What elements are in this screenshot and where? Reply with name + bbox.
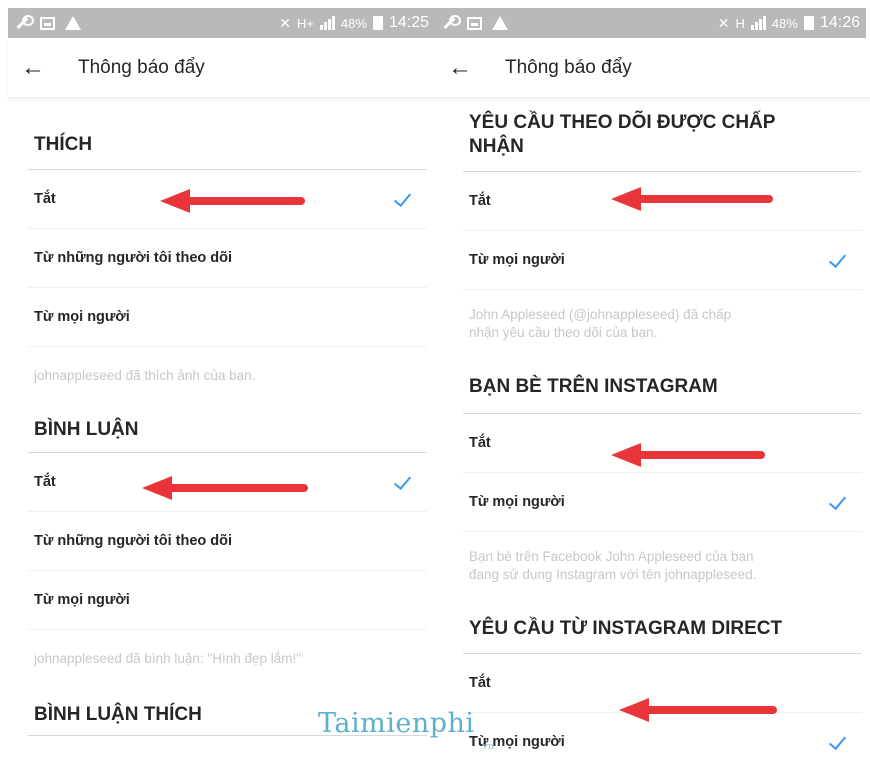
clock: 14:25 [388,14,429,31]
battery-percent: 48% [771,15,798,31]
battery-icon [372,16,383,30]
option-label: Tắt [34,191,56,207]
option-comments-everyone[interactable]: Từ mọi người [28,571,427,630]
option-label: Từ những người tôi theo dõi [34,250,233,266]
right-screen: ✕ H 48% 14:26 ← Thông báo đẩy YÊU CẦU TH… [435,0,870,770]
option-friends-everyone[interactable]: Từ mọi người [463,473,862,532]
image-icon [467,16,482,30]
watermark-logo: Taimienphi [318,708,475,739]
option-comments-following[interactable]: Từ những người tôi theo dõi [28,512,427,571]
section-header-line: NHẬN [469,135,524,157]
watermark-suffix: .vn [480,742,494,752]
clock: 14:26 [819,14,860,31]
network-type: H [735,15,745,31]
back-arrow-icon[interactable]: ← [8,38,58,98]
mute-icon: ✕ [717,14,730,31]
checkmark-icon [826,491,848,513]
option-label: Tắt [469,435,491,451]
option-label: Từ những người tôi theo dõi [34,533,233,549]
left-screen: ✕ H+ 48% 14:25 ← Thông báo đẩy THÍCH Tắt… [0,0,435,770]
option-label: Tắt [34,474,56,490]
option-label: Tắt [469,675,491,691]
option-label: Từ mọi người [34,592,130,608]
option-label: Tắt [469,193,491,209]
annotation-arrow [619,698,777,722]
signal-icon [750,16,766,30]
option-likes-following[interactable]: Từ những người tôi theo dõi [28,229,427,288]
option-label: Từ mọi người [469,494,565,510]
mute-icon: ✕ [279,14,291,31]
network-type: H+ [296,15,314,31]
battery-percent: 48% [340,15,367,31]
status-bar: ✕ H+ 48% 14:25 [8,8,435,38]
wrench-icon [14,15,34,31]
example-text-follow: John Appleseed (@johnappleseed) đã chấp … [463,290,862,354]
image-icon [40,16,55,30]
toolbar: ← Thông báo đẩy [8,38,435,98]
page-title: Thông báo đẩy [78,56,205,78]
section-header-direct-requests: YÊU CẦU TỪ INSTAGRAM DIRECT [463,596,862,654]
toolbar: ← Thông báo đẩy [435,38,870,98]
example-line: John Appleseed (@johnappleseed) đã chấp [469,307,732,322]
annotation-arrow [611,443,765,467]
example-line: đang sử dụng Instagram với tên johnapple… [469,567,757,582]
option-label: Từ mọi người [469,252,565,268]
checkmark-icon [391,188,413,210]
screens: ✕ H+ 48% 14:25 ← Thông báo đẩy THÍCH Tắt… [0,0,870,770]
annotation-arrow [142,476,308,500]
battery-icon [803,16,814,30]
section-header-line: YÊU CẦU THEO DÕI ĐƯỢC CHẤP [469,111,776,133]
back-arrow-icon[interactable]: ← [435,38,485,98]
warning-icon [492,16,508,30]
example-text-likes: johnappleseed đã thích ảnh của bạn. [34,368,256,383]
example-line: nhận yêu cầu theo dõi của bạn. [469,325,658,340]
option-label: Từ mọi người [34,309,130,325]
checkmark-icon [826,249,848,271]
wrench-icon [441,15,461,31]
option-follow-everyone[interactable]: Từ mọi người [463,231,862,290]
section-header-comments: BÌNH LUẬN [28,403,427,453]
option-likes-everyone[interactable]: Từ mọi người [28,288,427,347]
checkmark-icon [391,471,413,493]
status-bar: ✕ H 48% 14:26 [435,8,866,38]
checkmark-icon [826,731,848,753]
annotation-arrow [611,187,773,211]
warning-icon [65,16,81,30]
page-title: Thông báo đẩy [505,56,632,78]
example-text-friends: Bạn bè trên Facebook John Appleseed của … [463,532,862,596]
section-header-instagram-friends: BẠN BÈ TRÊN INSTAGRAM [463,354,862,414]
signal-icon [319,16,335,30]
example-text-comments: johnappleseed đã bình luận: "Hình đẹp lắ… [34,651,302,666]
section-header-likes: THÍCH [28,98,427,170]
annotation-arrow [160,189,305,213]
section-header-follow-requests: YÊU CẦU THEO DÕI ĐƯỢC CHẤP NHẬN [463,98,862,172]
example-line: Bạn bè trên Facebook John Appleseed của … [469,549,754,564]
